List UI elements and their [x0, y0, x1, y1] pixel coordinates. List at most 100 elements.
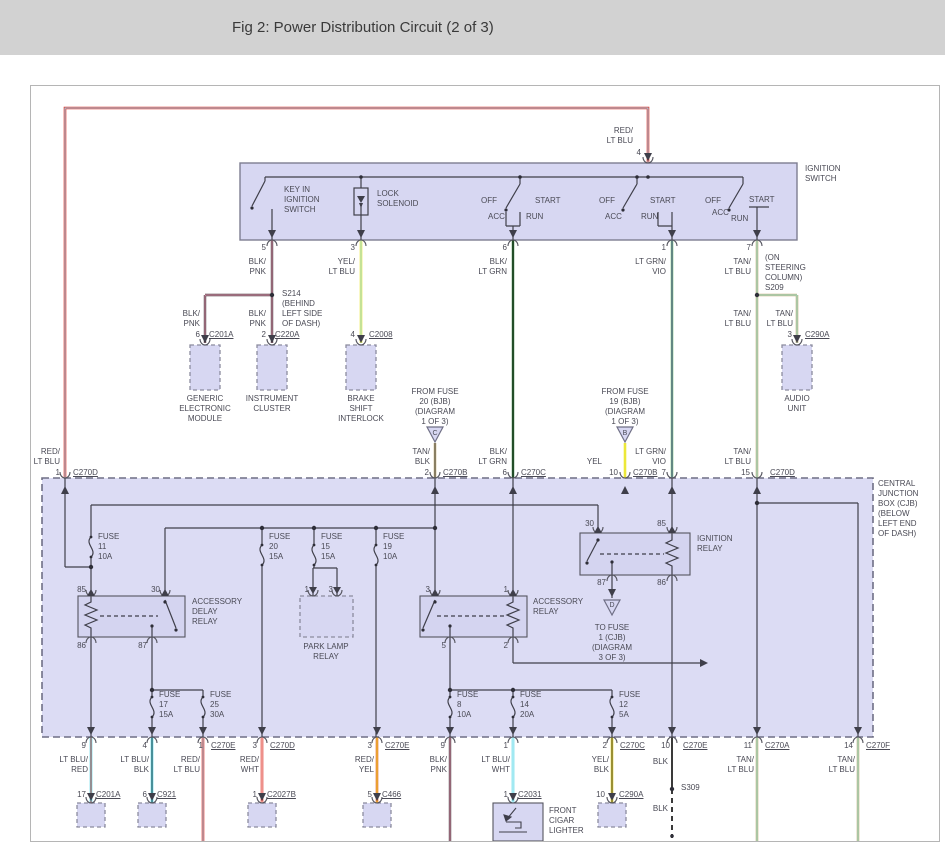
wire-label-tan-blk: TAN/ BLK: [412, 447, 430, 467]
splice-s209: (ON STEERING COLUMN) S209: [765, 253, 806, 293]
pin-5b: 5: [368, 790, 372, 800]
fuse-20-label: FUSE 20 15A: [269, 532, 290, 562]
wire-label-yel: YEL: [587, 457, 602, 467]
conn-c2027b[interactable]: C2027B: [267, 790, 296, 800]
conn-c270d-top2[interactable]: C270D: [770, 468, 795, 478]
pin-4: 4: [637, 148, 641, 158]
pin-10b: 10: [596, 790, 605, 800]
exit-pin-11: 11: [744, 741, 752, 751]
park-relay-pin-1: 1: [305, 585, 309, 595]
pin-c2008: 4: [351, 330, 355, 340]
conn-c270d-bot[interactable]: C270D: [270, 741, 295, 751]
conn-c201a[interactable]: C201A: [209, 330, 233, 340]
acc-relay-pin-3: 3: [426, 585, 430, 595]
fuse-11-label: FUSE 11 10A: [98, 532, 119, 562]
pos-start-2: START: [650, 196, 675, 206]
fuse-17-label: FUSE 17 15A: [159, 690, 180, 720]
splice-s214: S214 (BEHIND LEFT SIDE OF DASH): [282, 289, 322, 329]
ad-relay-pin-87: 87: [138, 641, 147, 651]
ad-relay-pin-86: 86: [77, 641, 86, 651]
exit-pin-10: 10: [661, 741, 670, 751]
exit-pin-14: 14: [844, 741, 853, 751]
gem-label: GENERIC ELECTRONIC MODULE: [179, 394, 231, 424]
wire-label-ltblu-blk: LT BLU/ BLK: [120, 755, 149, 775]
pos-acc-3: ACC: [712, 208, 729, 218]
pin-6b: 6: [143, 790, 147, 800]
conn-c290a-box: [598, 803, 626, 827]
wire-label-tan-ltblu-audio: TAN/ LT BLU: [767, 309, 793, 329]
wire-label-tan-ltblu-main: TAN/ LT BLU: [725, 309, 751, 329]
instrument-cluster-label: INSTRUMENT CLUSTER: [246, 394, 298, 414]
wire-label-yel-blk: YEL/ BLK: [592, 755, 609, 775]
wire-label-blk-1: BLK: [653, 757, 668, 767]
fuse-12-label: FUSE 12 5A: [619, 690, 640, 720]
conn-c270e-3[interactable]: C270E: [683, 741, 707, 751]
exit-pin-3a: 3: [253, 741, 257, 751]
acc-relay-pin-5: 5: [442, 641, 446, 651]
exit-pin-9a: 9: [82, 741, 86, 751]
conn-c2027b-box: [248, 803, 276, 827]
pos-off-1: OFF: [481, 196, 497, 206]
pos-run-3: RUN: [731, 214, 748, 224]
conn-c270e-1[interactable]: C270E: [211, 741, 235, 751]
lock-solenoid-label: LOCK SOLENOID: [377, 189, 418, 209]
acc-relay-pin-2: 2: [504, 641, 508, 651]
conn-c2008[interactable]: C2008: [369, 330, 393, 340]
pin-c290a: 3: [788, 330, 792, 340]
wire-label-blk-2: BLK: [653, 804, 668, 814]
cjb-pin-7: 7: [662, 468, 666, 478]
wire-label-blk-pnk-gem: BLK/ PNK: [183, 309, 200, 329]
wire-label-blk-pnk: BLK/ PNK: [249, 257, 266, 277]
wire-label-tan-ltblu-cjb: TAN/ LT BLU: [725, 447, 751, 467]
pin-3: 3: [351, 243, 355, 253]
cjb-pin-2: 2: [425, 468, 429, 478]
from-fuse-20-label: FROM FUSE 20 (BJB) (DIAGRAM 1 OF 3): [411, 387, 458, 427]
conn-c270a[interactable]: C270A: [765, 741, 789, 751]
fuse-15-label: FUSE 15 15A: [321, 532, 342, 562]
pin-c201a: 6: [196, 330, 200, 340]
pos-run-1: RUN: [526, 212, 543, 222]
pos-acc-2: ACC: [605, 212, 622, 222]
conn-c270c-top[interactable]: C270C: [521, 468, 546, 478]
conn-c270f[interactable]: C270F: [866, 741, 890, 751]
conn-c290a-bot[interactable]: C290A: [619, 790, 643, 800]
cjb-label: CENTRAL JUNCTION BOX (CJB) (BELOW LEFT E…: [878, 479, 918, 539]
conn-c270b-1[interactable]: C270B: [443, 468, 467, 478]
conn-c270d-top[interactable]: C270D: [73, 468, 98, 478]
pos-start-3: START: [749, 195, 774, 205]
cjb-pin-6: 6: [503, 468, 507, 478]
ignition-relay-label: IGNITION RELAY: [697, 534, 733, 554]
to-fuse-1-label: TO FUSE 1 (CJB) (DIAGRAM 3 OF 3): [592, 623, 632, 663]
triangle-b-letter: B: [623, 429, 628, 439]
acc-relay-pin-1: 1: [504, 585, 508, 595]
conn-c2031[interactable]: C2031: [518, 790, 542, 800]
wire-label-ltblu-wht: LT BLU/ WHT: [481, 755, 510, 775]
conn-c201a-bot[interactable]: C201A: [96, 790, 120, 800]
conn-c466[interactable]: C466: [382, 790, 401, 800]
pin-17: 17: [77, 790, 86, 800]
conn-c290a[interactable]: C290A: [805, 330, 829, 340]
conn-c270b-2[interactable]: C270B: [633, 468, 657, 478]
wire-label-ltgrn-vio: LT GRN/ VIO: [635, 257, 666, 277]
conn-c220a[interactable]: C220A: [275, 330, 299, 340]
conn-c921[interactable]: C921: [157, 790, 176, 800]
exit-pin-1b: 1: [504, 741, 508, 751]
wire-label-ltblu-red: LT BLU/ RED: [59, 755, 88, 775]
brake-shift-interlock-box: [346, 345, 376, 390]
audio-unit-box: [782, 345, 812, 390]
key-in-ignition-label: KEY IN IGNITION SWITCH: [284, 185, 320, 215]
fuse-19-label: FUSE 19 10A: [383, 532, 404, 562]
conn-c270e-2[interactable]: C270E: [385, 741, 409, 751]
brake-shift-interlock-label: BRAKE SHIFT INTERLOCK: [338, 394, 384, 424]
wire-label-red-ltblu-cjb: RED/ LT BLU: [34, 447, 60, 467]
fuse-14-label: FUSE 14 20A: [520, 690, 541, 720]
ad-relay-pin-30: 30: [151, 585, 160, 595]
conn-c270c-bot[interactable]: C270C: [620, 741, 645, 751]
pin-7: 7: [747, 243, 751, 253]
pos-off-2: OFF: [599, 196, 615, 206]
triangle-c-letter: C: [432, 429, 437, 439]
exit-pin-9b: 9: [441, 741, 445, 751]
wire-label-ltgrn-vio-cjb: LT GRN/ VIO: [635, 447, 666, 467]
wire-label-blk-pnk-cluster: BLK/ PNK: [249, 309, 266, 329]
ign-relay-pin-85: 85: [657, 519, 666, 529]
